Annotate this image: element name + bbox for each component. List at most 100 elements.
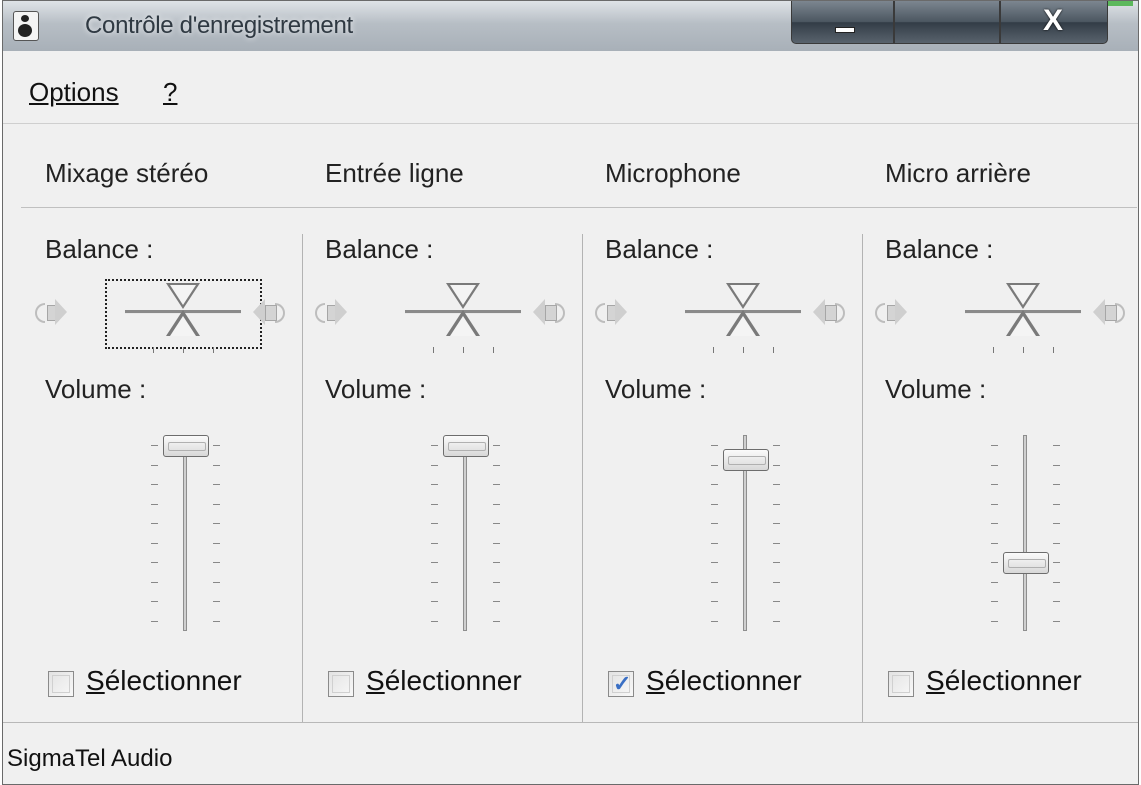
balance-tick — [713, 347, 714, 353]
status-bar: SigmaTel Audio — [3, 722, 1138, 785]
volume-tick — [213, 581, 220, 583]
select-label[interactable]: Sélectionner — [86, 665, 242, 697]
select-label[interactable]: Sélectionner — [926, 665, 1082, 697]
volume-tick — [493, 523, 500, 525]
balance-tick — [743, 347, 744, 353]
volume-tick — [991, 621, 998, 622]
menu-options[interactable]: Options — [29, 77, 119, 108]
volume-tick — [213, 523, 220, 525]
balance-tick — [183, 347, 184, 353]
volume-tick — [711, 484, 718, 486]
balance-label: Balance : — [45, 234, 154, 264]
volume-slider[interactable] — [303, 429, 583, 639]
volume-tick — [711, 523, 718, 525]
channel-column: Micro arrière Balance : Volume : Sélectionn… — [863, 124, 1141, 722]
minimize-button[interactable] — [791, 1, 894, 44]
volume-tick — [711, 542, 718, 544]
volume-thumb[interactable] — [723, 448, 769, 471]
volume-tick — [773, 542, 780, 544]
volume-label: Volume : — [325, 374, 427, 404]
volume-tick — [711, 503, 718, 505]
volume-thumb[interactable] — [163, 435, 209, 457]
volume-tick — [773, 601, 780, 603]
title-bar[interactable]: Contrôle d'enregistrement — [3, 1, 1138, 51]
volume-tick — [151, 503, 158, 505]
volume-tick — [151, 542, 158, 544]
volume-thumb[interactable] — [1003, 551, 1049, 574]
volume-tick — [151, 523, 158, 525]
volume-tick — [431, 503, 438, 505]
volume-tick — [1053, 601, 1060, 603]
volume-tick — [1053, 484, 1060, 486]
speaker-left-icon — [873, 297, 907, 327]
select-checkbox[interactable] — [328, 671, 354, 697]
volume-tick — [151, 601, 158, 603]
balance-thumb[interactable] — [446, 283, 480, 337]
balance-tick — [993, 347, 994, 353]
select-checkbox[interactable]: ✓ — [608, 671, 634, 697]
volume-tick — [991, 562, 998, 564]
volume-tick — [711, 562, 718, 564]
caption-buttons — [791, 1, 1108, 45]
volume-tick — [431, 601, 438, 603]
device-name: SigmaTel Audio — [7, 745, 173, 772]
volume-tick — [431, 621, 438, 622]
checkmark-icon: ✓ — [613, 671, 632, 696]
balance-label: Balance : — [885, 234, 994, 264]
volume-tick — [773, 464, 780, 466]
volume-tick — [1053, 621, 1060, 622]
balance-thumb[interactable] — [726, 283, 760, 337]
volume-tick — [151, 581, 158, 583]
volume-tick — [493, 542, 500, 544]
volume-tick — [213, 484, 220, 486]
volume-tick — [151, 464, 158, 466]
volume-tick — [773, 484, 780, 486]
balance-thumb[interactable] — [166, 283, 200, 337]
balance-slider[interactable] — [23, 279, 303, 359]
volume-label: Volume : — [605, 374, 707, 404]
volume-tick — [493, 464, 500, 466]
volume-slider[interactable] — [863, 429, 1141, 639]
volume-tick — [773, 445, 780, 446]
balance-slider[interactable] — [863, 279, 1141, 359]
volume-tick — [213, 542, 220, 544]
select-checkbox[interactable] — [888, 671, 914, 697]
volume-tick — [431, 464, 438, 466]
volume-slider[interactable] — [583, 429, 863, 639]
volume-tick — [431, 484, 438, 486]
volume-tick — [991, 523, 998, 525]
volume-label: Volume : — [45, 374, 147, 404]
balance-slider[interactable] — [583, 279, 863, 359]
select-label[interactable]: Sélectionner — [646, 665, 802, 697]
volume-tick — [1053, 523, 1060, 525]
channel-column: Microphone Balance : Volume : ✓ Sélectionner — [583, 124, 863, 722]
balance-slider[interactable] — [303, 279, 583, 359]
volume-thumb[interactable] — [443, 435, 489, 457]
volume-track[interactable] — [463, 435, 467, 631]
volume-tick — [151, 445, 158, 446]
volume-tick — [431, 523, 438, 525]
menu-bar: Options ? — [3, 51, 1138, 124]
balance-tick — [213, 347, 214, 353]
volume-tick — [213, 445, 220, 446]
select-label[interactable]: Sélectionner — [366, 665, 522, 697]
balance-thumb[interactable] — [1006, 283, 1040, 337]
balance-label: Balance : — [325, 234, 434, 264]
maximize-button[interactable] — [894, 1, 1000, 44]
volume-track[interactable] — [1023, 435, 1027, 631]
volume-tick — [773, 523, 780, 525]
volume-tick — [493, 562, 500, 564]
window-title: Contrôle d'enregistrement — [85, 12, 353, 39]
volume-slider[interactable] — [23, 429, 303, 639]
volume-track[interactable] — [183, 435, 187, 631]
speaker-right-icon — [525, 297, 565, 327]
menu-help[interactable]: ? — [163, 77, 177, 108]
close-button[interactable] — [1000, 1, 1108, 44]
volume-tick — [991, 503, 998, 505]
select-checkbox[interactable] — [48, 671, 74, 697]
volume-label: Volume : — [885, 374, 987, 404]
volume-tick — [773, 621, 780, 622]
volume-tick — [431, 542, 438, 544]
volume-tick — [213, 601, 220, 603]
speaker-app-icon[interactable] — [13, 11, 39, 41]
